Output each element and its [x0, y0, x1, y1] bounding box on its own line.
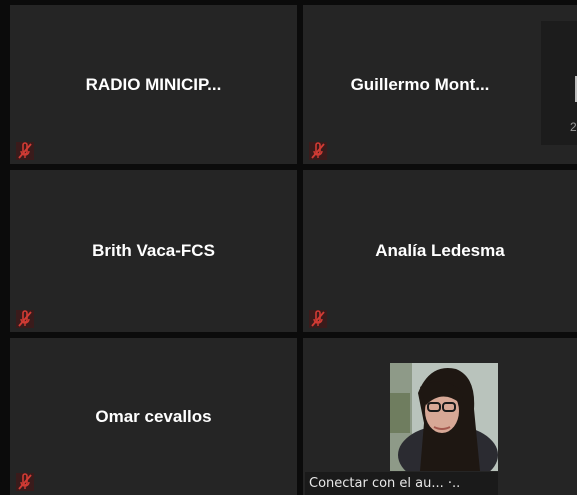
- participant-tile[interactable]: Analía Ledesma: [303, 170, 577, 332]
- side-panel-number: 2: [570, 120, 577, 134]
- participant-tile[interactable]: Brith Vaca-FCS: [10, 170, 297, 332]
- participant-tile[interactable]: Guillermo Mont...: [303, 5, 577, 164]
- muted-mic-icon: [309, 142, 327, 160]
- video-caption: Conectar con el au... ·..: [305, 472, 498, 495]
- participant-tile[interactable]: RADIO MINICIP...: [10, 5, 297, 164]
- muted-mic-icon: [16, 473, 34, 491]
- muted-mic-icon: [16, 142, 34, 160]
- participant-tile[interactable]: Omar cevallos: [10, 338, 297, 495]
- participant-video[interactable]: [390, 363, 498, 471]
- participant-name: Brith Vaca-FCS: [92, 241, 215, 260]
- participant-name: Omar cevallos: [95, 406, 212, 426]
- participant-name: RADIO MINICIP...: [85, 74, 222, 94]
- participant-name: Analía Ledesma: [375, 241, 505, 260]
- muted-mic-icon: [309, 310, 327, 328]
- muted-mic-icon: [16, 310, 34, 328]
- participant-name: Guillermo Mont...: [350, 74, 490, 94]
- side-panel-preview[interactable]: 2: [541, 21, 577, 145]
